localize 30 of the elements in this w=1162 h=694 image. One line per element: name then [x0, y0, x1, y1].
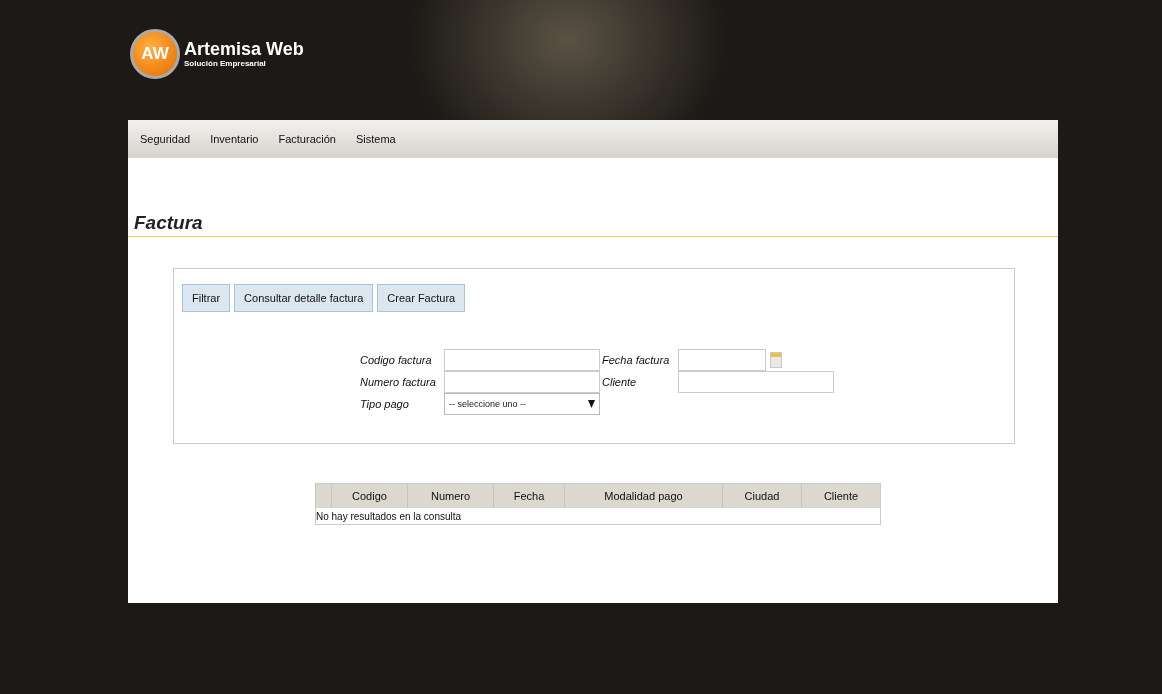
column-header[interactable]: Ciudad [722, 483, 802, 508]
column-header[interactable]: Cliente [801, 483, 881, 508]
menu-item[interactable]: Sistema [355, 133, 396, 145]
logo-badge: AW [130, 29, 180, 79]
menu-item[interactable]: Seguridad [140, 133, 191, 145]
field-label: Tipo pago [360, 398, 410, 410]
caret-icon [588, 400, 595, 408]
toolbar-button[interactable]: Consultar detalle factura [234, 284, 374, 312]
column-header[interactable]: Fecha [493, 483, 565, 508]
column-header[interactable]: Codigo [331, 483, 408, 508]
column-header[interactable]: Numero [407, 483, 494, 508]
input-field[interactable] [444, 349, 600, 371]
dropdown-field[interactable]: -- seleccione uno -- [444, 393, 600, 415]
menu-item[interactable]: Inventario [210, 133, 259, 145]
field-label: Cliente [602, 376, 638, 388]
input-field[interactable] [444, 371, 600, 393]
empty-message: No hay resultados en la consulta [316, 510, 462, 522]
calendar-icon[interactable] [770, 352, 782, 368]
column-header[interactable]: Modalidad pago [564, 483, 723, 508]
toolbar-button[interactable]: Crear Factura [377, 284, 466, 312]
field-label: Codigo factura [360, 354, 433, 366]
menu-item[interactable]: Facturación [278, 133, 336, 145]
field-label: Numero factura [360, 376, 437, 388]
brand-name: Artemisa Web [184, 40, 304, 59]
page-title: Factura [133, 211, 204, 234]
field-label: Fecha factura [602, 354, 671, 366]
input-field[interactable] [678, 371, 834, 393]
toolbar-button[interactable]: Filtrar [182, 284, 231, 312]
brand-tagline: Solución Empresarial [184, 59, 267, 68]
input-field[interactable] [678, 349, 766, 371]
